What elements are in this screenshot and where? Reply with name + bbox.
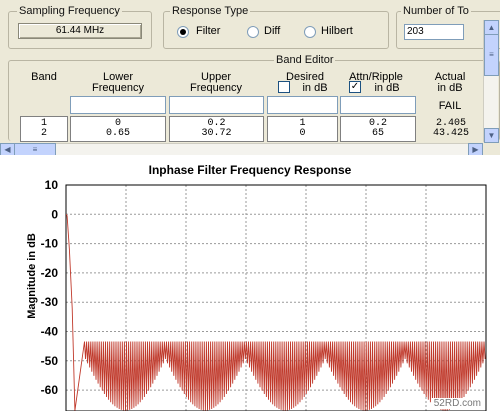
y-tick-label: -30 — [41, 295, 59, 309]
radio-hilbert-label: Hilbert — [321, 25, 353, 37]
y-tick-label: 0 — [51, 207, 58, 221]
radio-filter[interactable] — [177, 26, 189, 38]
col-header-attn-2: in dB — [374, 82, 400, 94]
attn-ripple-cell[interactable]: 0.2 65 — [340, 116, 416, 142]
chart-svg: 10 0 -10 -20 -30 -40 -50 -60 — [41, 178, 487, 411]
new-band-upper-input[interactable] — [169, 96, 264, 114]
y-tick-label: -50 — [41, 354, 59, 368]
number-of-taps-legend: Number of To — [401, 5, 471, 17]
scroll-down-icon[interactable]: ▼ — [484, 128, 499, 143]
new-band-attn-input[interactable] — [340, 96, 416, 114]
attn-in-db-checkbox[interactable]: ✓ — [349, 81, 361, 93]
col-header-upper-2: Frequency — [190, 82, 242, 94]
band-row-2-upper: 30.72 — [201, 128, 232, 139]
desired-in-db-checkbox[interactable] — [278, 81, 290, 93]
sampling-frequency-button[interactable]: 61.44 MHz — [18, 23, 142, 39]
radio-diff-label: Diff — [264, 25, 281, 37]
scroll-thumb[interactable]: ≡ — [484, 34, 499, 76]
y-axis-label: Magnitude in dB — [26, 233, 38, 319]
vertical-scrollbar[interactable]: ▲ ≡ ▼ — [483, 20, 499, 143]
y-tick-label: -60 — [41, 383, 59, 397]
radio-hilbert[interactable] — [304, 26, 316, 38]
col-header-band: Band — [31, 71, 57, 83]
number-of-taps-input[interactable]: 203 — [404, 24, 464, 40]
band-row-2-attn: 65 — [371, 128, 384, 139]
radio-filter-label: Filter — [196, 25, 221, 37]
band-row-2-desired: 0 — [299, 128, 306, 139]
new-band-lower-input[interactable] — [70, 96, 166, 114]
band-editor-legend: Band Editor — [274, 54, 336, 66]
sampling-frequency-group: Sampling Frequency 61.44 MHz — [8, 5, 152, 49]
actual-status-text: FAIL — [438, 100, 462, 112]
lower-frequency-cell[interactable]: 0 0.65 — [70, 116, 166, 142]
y-tick-label: -10 — [41, 237, 59, 251]
response-type-legend: Response Type — [170, 5, 251, 17]
scroll-up-icon[interactable]: ▲ — [484, 20, 499, 35]
band-number-cell[interactable]: 1 2 — [20, 116, 68, 142]
col-header-desired-2: in dB — [302, 82, 328, 94]
band-row-2-lower: 0.65 — [105, 128, 130, 139]
y-tick-label: 10 — [45, 178, 59, 192]
upper-frequency-cell[interactable]: 0.2 30.72 — [169, 116, 264, 142]
new-band-desired-input[interactable] — [267, 96, 338, 114]
watermark-text: 52RD.com — [430, 398, 484, 409]
frequency-response-plot: Inphase Filter Frequency Response 10 0 -10… — [0, 155, 500, 411]
band-row-2-actual: 43.425 — [432, 128, 469, 139]
y-tick-label: -40 — [41, 325, 59, 339]
response-type-group: Response Type Filter Diff Hilbert — [163, 5, 389, 49]
sampling-frequency-legend: Sampling Frequency — [17, 5, 122, 17]
actual-cell: 2.405 43.425 — [418, 116, 484, 142]
y-tick-label: -20 — [41, 266, 59, 280]
band-row-2-band: 2 — [40, 128, 47, 139]
col-header-lower-2: Frequency — [92, 82, 144, 94]
desired-cell[interactable]: 1 0 — [267, 116, 338, 142]
control-panel: Sampling Frequency 61.44 MHz Response Ty… — [0, 0, 500, 156]
radio-diff[interactable] — [247, 26, 259, 38]
col-header-actual-2: in dB — [437, 82, 463, 94]
